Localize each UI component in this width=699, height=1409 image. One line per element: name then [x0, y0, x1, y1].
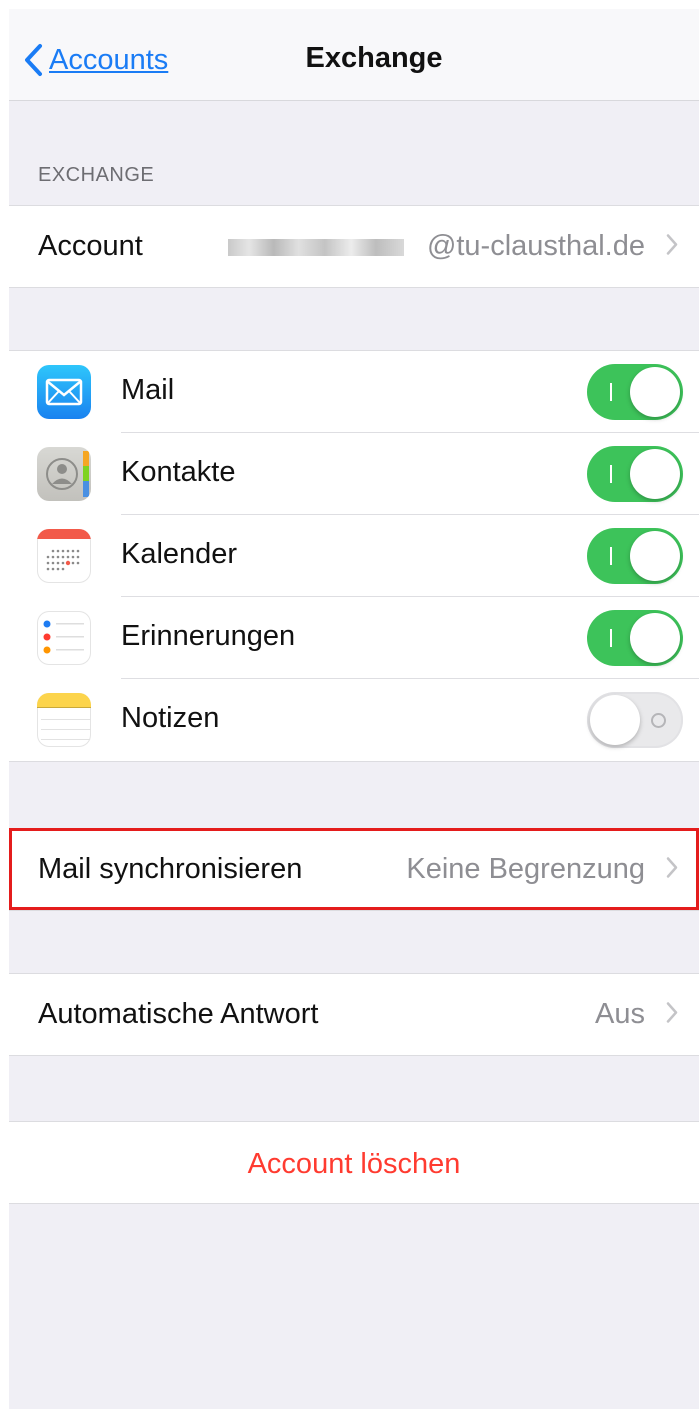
reminders-icon: [37, 611, 91, 665]
service-label: Kontakte: [121, 456, 236, 488]
service-row-mail: Mail: [9, 351, 699, 433]
delete-account-button[interactable]: Account löschen: [9, 1148, 699, 1181]
service-row-contacts: Kontakte: [9, 433, 699, 515]
page-title: Exchange: [305, 42, 443, 74]
chevron-right-icon: [665, 232, 679, 261]
service-label: Erinnerungen: [121, 620, 296, 652]
auto-reply-label: Automatische Antwort: [38, 998, 319, 1030]
calendar-icon: [37, 529, 91, 583]
delete-account-row[interactable]: Account löschen: [9, 1122, 699, 1203]
mail-sync-row[interactable]: Mail synchronisieren Keine Begrenzung: [9, 829, 699, 910]
service-label: Kalender: [121, 538, 238, 570]
navigation-bar: Accounts Exchange: [9, 9, 699, 101]
services-group: Mail Kontakte Kalender Erinnerungen Noti…: [9, 350, 699, 762]
auto-reply-value: Aus: [595, 998, 645, 1030]
auto-reply-group: Automatische Antwort Aus: [9, 973, 699, 1056]
mail-sync-group: Mail synchronisieren Keine Begrenzung: [9, 828, 699, 911]
service-row-reminders: Erinnerungen: [9, 597, 699, 679]
notes-toggle[interactable]: [587, 692, 683, 748]
account-group: Account @tu-clausthal.de: [9, 205, 699, 288]
service-row-notes: Notizen: [9, 679, 699, 761]
service-label: Mail: [121, 374, 175, 406]
calendar-toggle[interactable]: [587, 528, 683, 584]
settings-screen: Accounts Exchange EXCHANGE Account @tu-c…: [9, 9, 699, 1409]
service-row-calendar: Kalender: [9, 515, 699, 597]
delete-account-group: Account löschen: [9, 1121, 699, 1204]
service-label: Notizen: [121, 702, 220, 734]
reminders-toggle[interactable]: [587, 610, 683, 666]
auto-reply-row[interactable]: Automatische Antwort Aus: [9, 974, 699, 1055]
account-label: Account: [38, 230, 143, 262]
chevron-right-icon: [665, 855, 679, 884]
section-header-exchange: EXCHANGE: [38, 164, 155, 186]
mail-sync-label: Mail synchronisieren: [38, 853, 303, 885]
contacts-icon: [37, 447, 91, 501]
mail-toggle[interactable]: [587, 364, 683, 420]
notes-icon: [37, 693, 91, 747]
chevron-right-icon: [665, 1000, 679, 1029]
mail-sync-value: Keine Begrenzung: [406, 853, 645, 885]
redacted-username: [228, 239, 404, 256]
account-row[interactable]: Account @tu-clausthal.de: [9, 206, 699, 287]
contacts-toggle[interactable]: [587, 446, 683, 502]
account-value: @tu-clausthal.de: [426, 230, 645, 262]
mail-icon: [37, 365, 91, 419]
